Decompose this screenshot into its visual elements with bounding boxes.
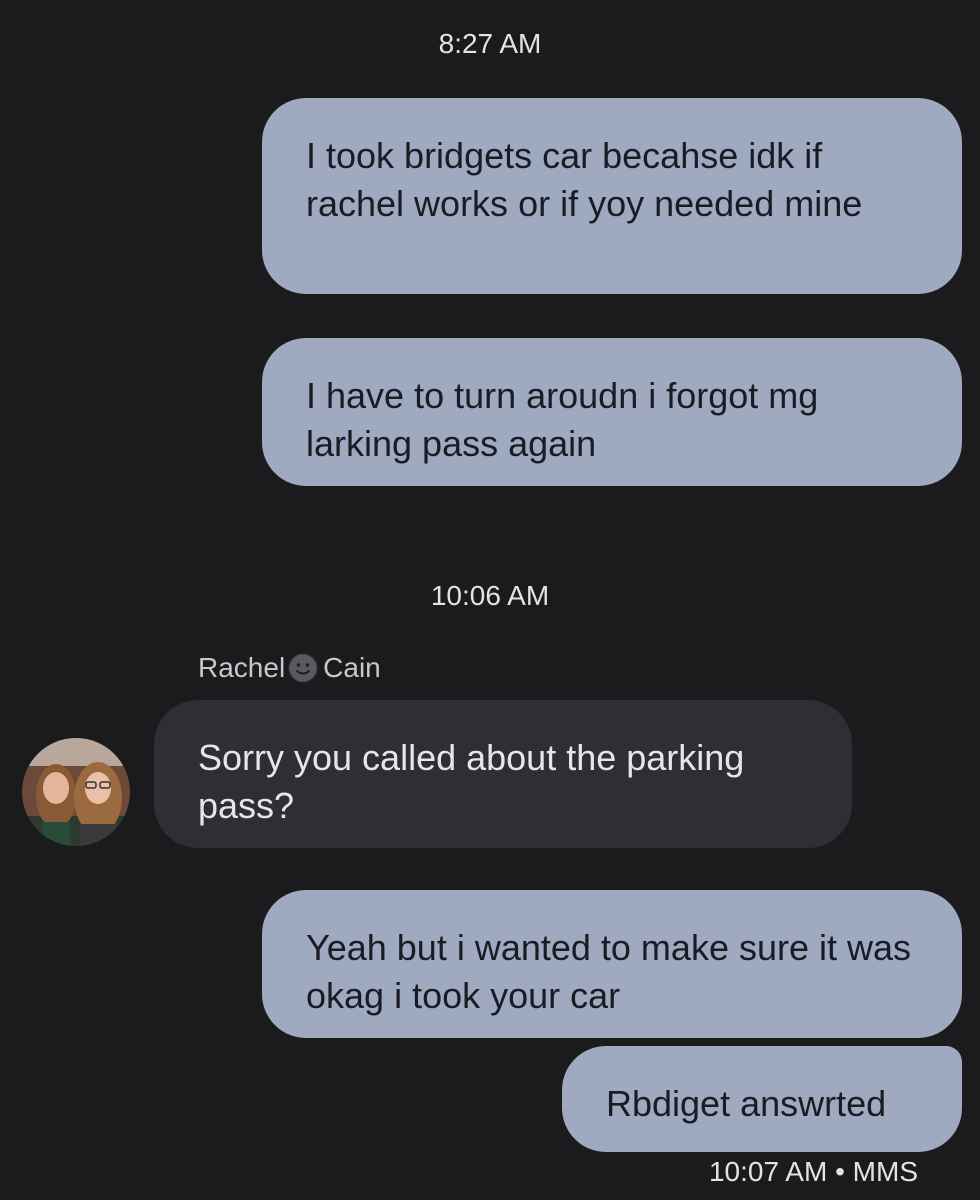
sender-last-name: Cain: [323, 652, 381, 683]
message-text: Sorry you called about the parking pass?: [198, 737, 745, 826]
contact-avatar[interactable]: [22, 738, 130, 846]
message-text: I have to turn aroudn i forgot mg larkin…: [306, 375, 819, 464]
smiley-face-icon: [287, 652, 319, 684]
outgoing-message-bubble[interactable]: Rbdiget answrted: [562, 1046, 962, 1152]
message-text: Yeah but i wanted to make sure it was ok…: [306, 927, 912, 1016]
message-text: I took bridgets car becahse idk if rache…: [306, 135, 863, 224]
sender-name: Rachel Cain: [198, 652, 381, 684]
status-separator-dot: •: [835, 1156, 853, 1187]
timestamp-divider: 8:27 AM: [438, 28, 542, 59]
outgoing-message-bubble[interactable]: I took bridgets car becahse idk if rache…: [262, 98, 962, 294]
sender-first-name: Rachel: [198, 652, 286, 683]
timestamp-divider: 10:06 AM: [430, 580, 550, 611]
outgoing-message-bubble[interactable]: Yeah but i wanted to make sure it was ok…: [262, 890, 962, 1038]
status-time: 10:07 AM: [708, 1156, 828, 1187]
status-type: MMS: [852, 1156, 918, 1187]
incoming-message-bubble[interactable]: Sorry you called about the parking pass?: [154, 700, 852, 848]
conversation-screen: 8:27 AM I took bridgets car becahse idk …: [0, 0, 980, 1200]
message-status: 10:07 AM • MMS: [709, 1156, 918, 1188]
message-text: Rbdiget answrted: [606, 1083, 887, 1124]
outgoing-message-bubble[interactable]: I have to turn aroudn i forgot mg larkin…: [262, 338, 962, 486]
